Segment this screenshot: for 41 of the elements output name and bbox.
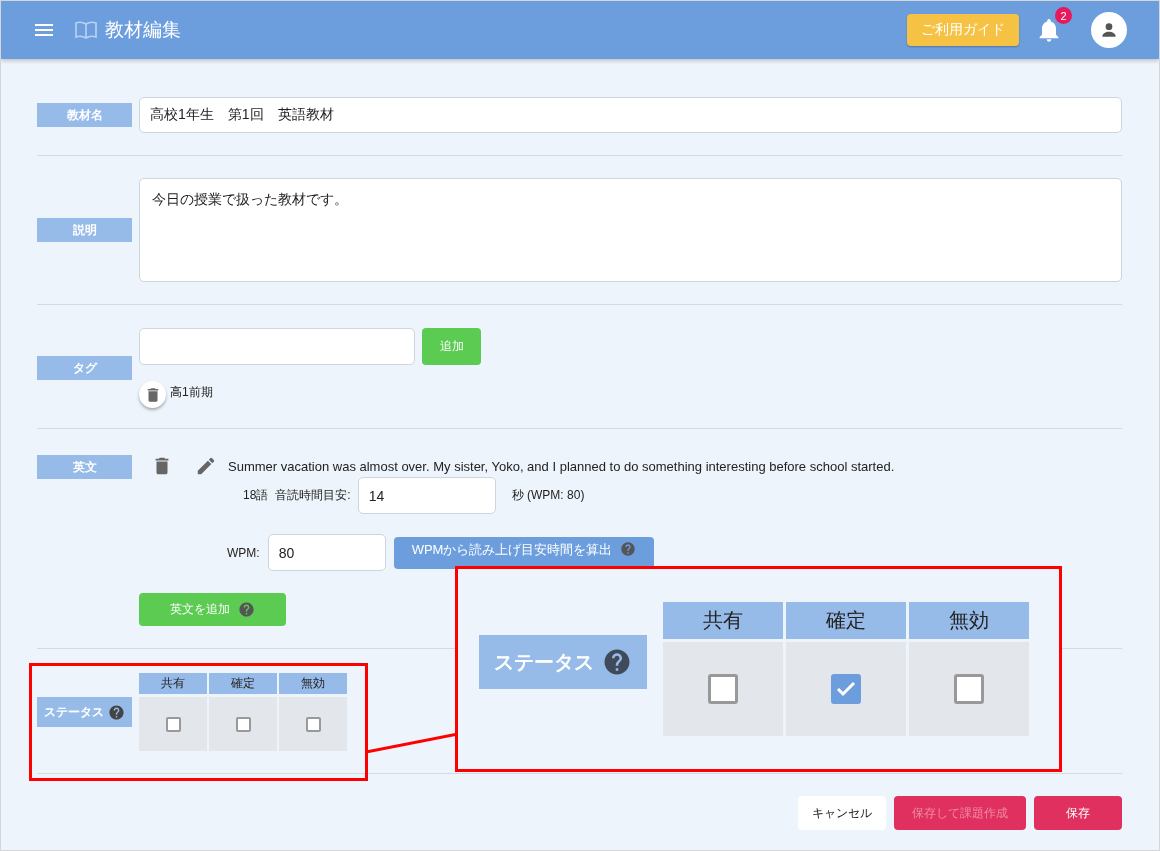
column-header: 無効 [909, 602, 1029, 639]
checkbox[interactable] [305, 716, 321, 732]
help-icon [602, 647, 632, 677]
help-icon [238, 601, 255, 618]
wpm-label: WPM: [227, 545, 260, 560]
column-header: 無効 [279, 673, 347, 694]
description-field[interactable]: 今日の授業で扱った教材です。 [139, 178, 1122, 282]
wpm-field[interactable]: 80 [267, 534, 386, 571]
person-icon [1099, 20, 1119, 40]
reading-time-label: 音読時間目安: [275, 487, 351, 504]
field-label: 英文 [37, 455, 132, 479]
sentence-text: Summer vacation was almost over. My sister, Yoko, and I planned to do something interesting before school started. [228, 458, 895, 474]
checkbox[interactable] [235, 716, 251, 732]
field-label: 説明 [37, 218, 132, 242]
column-header: 確定 [786, 602, 906, 639]
avatar-button[interactable] [1091, 12, 1127, 48]
tag-input-field[interactable] [139, 328, 415, 365]
column-header: 共有 [663, 602, 783, 639]
column-header: 共有 [139, 673, 207, 694]
book-icon [75, 21, 97, 39]
edit-icon[interactable] [195, 455, 217, 477]
reading-time-field[interactable]: 14 [357, 477, 496, 514]
page-title: 教材編集 [105, 18, 181, 42]
footer-button[interactable]: 保存 [1034, 796, 1122, 830]
menu-icon[interactable] [35, 24, 53, 36]
field-label: ステータス [37, 697, 132, 727]
footer-button[interactable]: キャンセル [798, 796, 886, 830]
material-name-field[interactable]: 高校1年生 第1回 英語教材 [139, 97, 1122, 133]
help-icon[interactable] [108, 703, 125, 721]
word-count: 18語 [243, 487, 269, 504]
tag-label: 高1前期 [170, 384, 213, 401]
unit-text: 秒 (WPM: 80) [511, 487, 585, 504]
column-header: 確定 [209, 673, 277, 694]
field-label: タグ [37, 356, 132, 380]
delete-tag-button[interactable] [139, 381, 166, 408]
field-label: 教材名 [37, 103, 132, 127]
notification-badge: 2 [1055, 7, 1072, 24]
help-icon [620, 540, 637, 557]
checkbox[interactable] [165, 716, 181, 732]
callout-label: ステータス [479, 635, 647, 689]
calculate-time-button[interactable]: WPMから読み上げ目安時間を算出 [393, 536, 655, 569]
